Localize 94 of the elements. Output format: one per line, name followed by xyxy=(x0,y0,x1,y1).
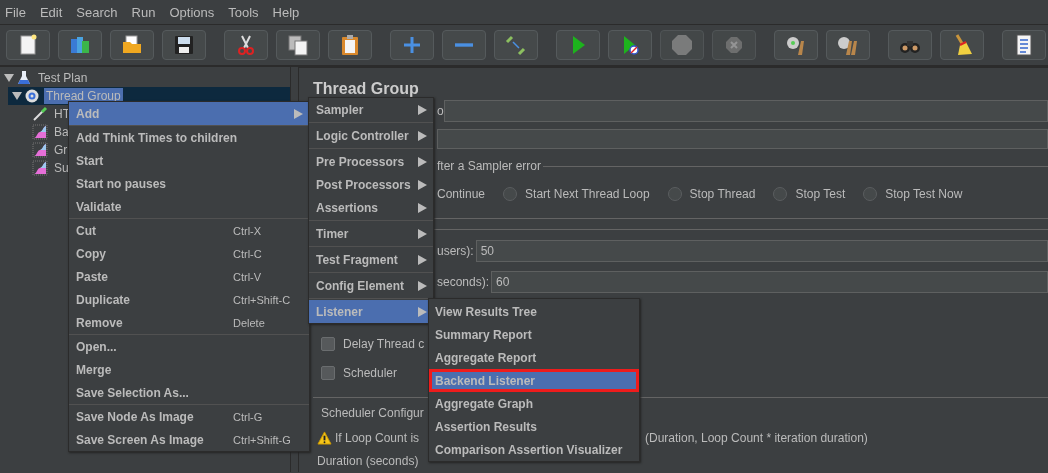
chart-icon xyxy=(32,160,48,176)
threads-field[interactable]: 50 xyxy=(475,240,1048,262)
warning-text: (Duration, Loop Count * iteration duration) xyxy=(645,431,868,445)
menu-item[interactable]: Run xyxy=(131,4,165,20)
menu-item[interactable]: Tools xyxy=(228,4,268,20)
menu-item[interactable]: Start no pauses xyxy=(69,172,309,195)
radio-button[interactable] xyxy=(667,187,682,201)
menu-item[interactable]: Save Selection As... xyxy=(69,381,309,404)
tree-item[interactable]: Su xyxy=(52,160,71,176)
play-button[interactable] xyxy=(556,30,600,60)
radio-label: Stop Test Now xyxy=(885,187,963,201)
chart-icon xyxy=(32,124,48,140)
radio-label: Continue xyxy=(437,187,486,201)
radio-label: Stop Test xyxy=(795,187,846,201)
play-button[interactable] xyxy=(608,30,652,60)
menu-item[interactable]: Timer xyxy=(309,222,433,245)
menu-item[interactable]: Validate xyxy=(69,195,309,218)
checkbox[interactable] xyxy=(321,365,335,380)
radio-label: Stop Thread xyxy=(689,187,756,201)
menu-item[interactable]: Comparison Assertion Visualizer xyxy=(429,438,639,461)
copy-icon xyxy=(286,33,310,57)
menu-item[interactable]: Assertion Results xyxy=(429,415,639,438)
submenu-arrow-icon xyxy=(418,156,427,167)
field-label: Duration (seconds) xyxy=(317,454,420,470)
menu-item[interactable]: Paste Ctrl-V xyxy=(69,265,309,288)
menu-item[interactable]: Edit xyxy=(39,4,72,20)
minus-icon xyxy=(455,43,473,47)
menu-item[interactable]: Save Node As Image Ctrl-G xyxy=(69,405,309,428)
menu-item[interactable]: Merge xyxy=(69,358,309,381)
radio-button[interactable] xyxy=(773,187,788,201)
plus-button[interactable] xyxy=(390,30,434,60)
menu-item[interactable]: Pre Processors xyxy=(309,150,433,173)
submenu-arrow-icon xyxy=(418,280,427,291)
submenu-arrow-icon xyxy=(418,228,427,239)
name-field[interactable] xyxy=(443,100,1048,122)
submenu-arrow-icon xyxy=(418,254,427,265)
tree-item[interactable]: Gr xyxy=(52,142,70,158)
menu-item[interactable]: Logic Controller xyxy=(309,124,433,147)
checkbox-label: Scheduler xyxy=(343,365,398,380)
panel-title: Thread Group xyxy=(312,79,420,99)
tree-item[interactable]: Ba xyxy=(52,124,71,140)
comments-field[interactable] xyxy=(437,129,1048,149)
flask-icon xyxy=(16,70,32,86)
submenu-arrow-icon xyxy=(418,104,427,115)
pipette-icon xyxy=(32,106,48,122)
warning-text: If Loop Count is xyxy=(335,431,421,445)
menu-item[interactable]: Copy Ctrl-C xyxy=(69,242,309,265)
checkbox-label: Delay Thread c xyxy=(343,336,425,351)
folder-button[interactable] xyxy=(110,30,154,60)
menu-item[interactable]: Duplicate Ctrl+Shift-C xyxy=(69,288,309,311)
document-button[interactable] xyxy=(6,30,50,60)
minus-button[interactable] xyxy=(442,30,486,60)
checkbox[interactable] xyxy=(321,336,335,351)
submenu-arrow-icon xyxy=(418,306,427,317)
menu-item[interactable]: Open... xyxy=(69,335,309,358)
menu-item[interactable]: Aggregate Report xyxy=(429,346,639,369)
broom-button[interactable] xyxy=(940,30,984,60)
chart-icon xyxy=(32,142,48,158)
submenu-arrow-icon xyxy=(418,179,427,190)
menu-item[interactable]: Start xyxy=(69,149,309,172)
radio-label: Start Next Thread Loop xyxy=(525,187,650,201)
scissors-button[interactable] xyxy=(224,30,268,60)
menu-item[interactable]: Remove Delete xyxy=(69,311,309,334)
menu-item[interactable]: Post Processors xyxy=(309,173,433,196)
warning-icon xyxy=(317,431,332,445)
submenu-arrow-icon xyxy=(418,202,427,213)
menu-item[interactable]: Cut Ctrl-X xyxy=(69,219,309,242)
stop-sign-icon xyxy=(670,33,694,57)
radio-button[interactable] xyxy=(863,187,878,201)
label-fragment: o xyxy=(437,104,444,118)
tree-item[interactable]: Test Plan xyxy=(36,70,90,86)
field-label: seconds): xyxy=(437,275,490,289)
menu-item[interactable]: Config Element xyxy=(309,274,433,297)
clipboard-button[interactable] xyxy=(328,30,372,60)
section-legend: fter a Sampler error xyxy=(437,159,542,173)
menu-item[interactable]: Sampler xyxy=(309,98,433,121)
gear-icon xyxy=(24,88,40,104)
menu-item[interactable]: Options xyxy=(169,4,224,20)
ramp-up-field[interactable]: 60 xyxy=(491,271,1048,293)
floppy-disk-button[interactable] xyxy=(162,30,206,60)
notebook-button[interactable] xyxy=(1002,30,1046,60)
menu-item[interactable]: Help xyxy=(272,4,309,20)
menu-item[interactable]: Assertions xyxy=(309,196,433,219)
menu-item[interactable]: Add Think Times to children xyxy=(69,126,309,149)
menu-item[interactable]: Search xyxy=(76,4,127,20)
radio-button[interactable] xyxy=(503,187,518,201)
menu-item[interactable]: Save Screen As Image Ctrl+Shift-G xyxy=(69,428,309,451)
field-label: users): xyxy=(437,244,474,258)
menu-item[interactable]: File xyxy=(5,4,35,20)
menu-item[interactable]: Summary Report xyxy=(429,323,639,346)
menu-item[interactable]: Test Fragment xyxy=(309,248,433,271)
submenu-arrow-icon xyxy=(418,130,427,141)
copy-button[interactable] xyxy=(276,30,320,60)
binoculars-button[interactable] xyxy=(888,30,932,60)
